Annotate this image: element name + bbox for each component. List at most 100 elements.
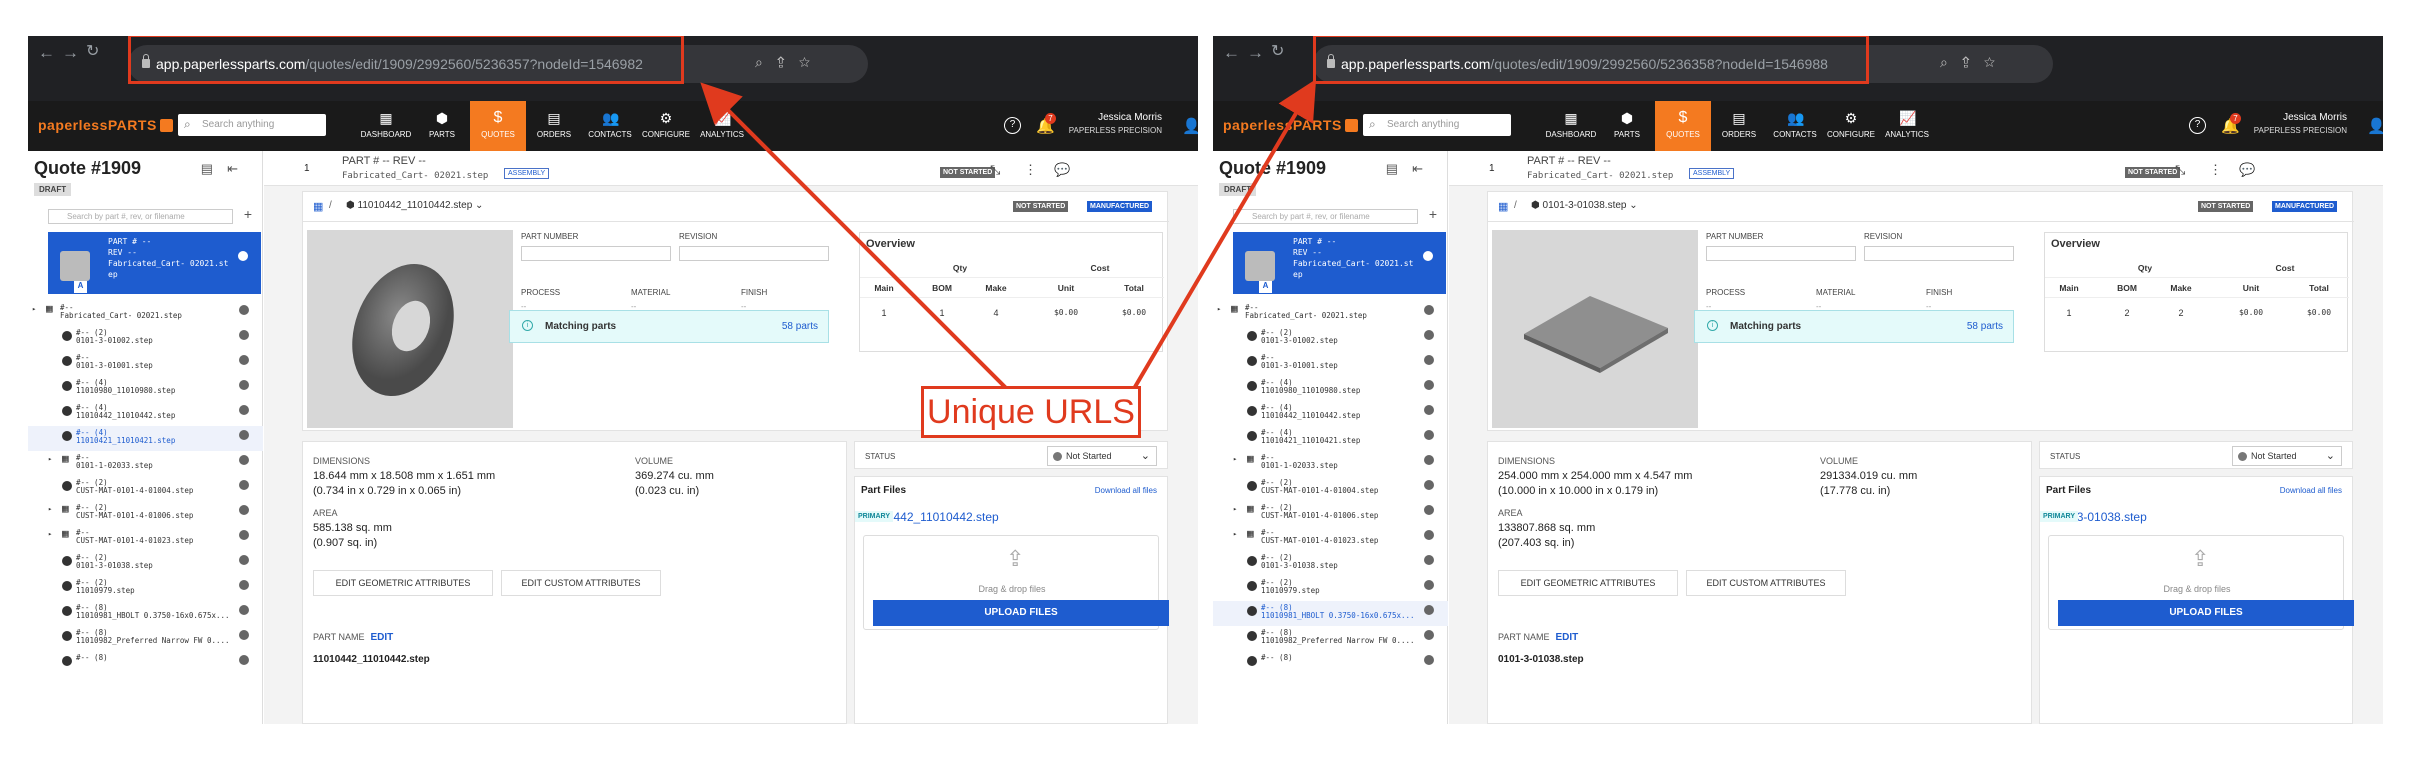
remove-item-icon[interactable]	[1424, 480, 1434, 490]
remove-part-icon[interactable]	[1423, 251, 1433, 261]
global-search-input[interactable]: Search anything	[178, 114, 326, 136]
add-part-icon[interactable]: +	[244, 206, 252, 222]
tree-item[interactable]: #-- (8)	[28, 651, 263, 676]
kebab-menu-icon[interactable]: ⋮	[2209, 162, 2222, 178]
back-arrow-icon[interactable]: ←	[38, 44, 55, 61]
tree-item[interactable]: ▸ ▦ #-- 0101-1-02033.step	[28, 451, 263, 476]
kebab-menu-icon[interactable]: ⋮	[1024, 162, 1037, 178]
expand-caret-icon[interactable]: ▸	[1217, 305, 1221, 313]
tree-item[interactable]: #-- (8) 11010982_Preferred Narrow FW 0...…	[1213, 626, 1448, 651]
matching-parts-banner[interactable]: i Matching parts 58 parts	[1694, 310, 2014, 343]
tree-item[interactable]: #-- (4) 11010980_11010980.step	[28, 376, 263, 401]
upload-files-button[interactable]: UPLOAD FILES	[873, 600, 1169, 626]
tree-item[interactable]: #-- (2) 0101-3-01002.step	[1213, 326, 1448, 351]
download-all-link[interactable]: Download all files	[2280, 486, 2342, 495]
reload-icon[interactable]: ↻	[86, 44, 99, 60]
back-arrow-icon[interactable]: ←	[1223, 44, 1240, 61]
remove-item-icon[interactable]	[1424, 330, 1434, 340]
remove-item-icon[interactable]	[239, 330, 249, 340]
tree-search-input[interactable]: Search by part #, rev, or filename	[1233, 209, 1418, 224]
tree-item[interactable]: #-- (4) 11010442_11010442.step	[1213, 401, 1448, 426]
tree-item[interactable]: #-- (2) 11010979.step	[28, 576, 263, 601]
user-avatar-icon[interactable]: 👤	[1182, 117, 1198, 135]
user-menu[interactable]: Jessica Morris PAPERLESS PRECISION	[2254, 111, 2347, 137]
tree-item[interactable]: #-- (2) 0101-3-01002.step	[28, 326, 263, 351]
remove-item-icon[interactable]	[239, 305, 249, 315]
notifications-bell-icon[interactable]: 🔔 7	[1036, 113, 1056, 135]
status-dropdown[interactable]: Not Started ⌄	[1047, 446, 1157, 466]
help-icon[interactable]: ?	[2189, 117, 2206, 134]
tree-item[interactable]: #-- (2) CUST-MAT-0101-4-01004.step	[1213, 476, 1448, 501]
app-logo[interactable]: paperlessPARTS	[38, 117, 173, 133]
remove-item-icon[interactable]	[239, 455, 249, 465]
edit-custom-attributes-button[interactable]: EDIT CUSTOM ATTRIBUTES	[1686, 570, 1846, 596]
nav-analytics[interactable]: 📈 ANALYTICS	[694, 101, 750, 151]
edit-geometric-attributes-button[interactable]: EDIT GEOMETRIC ATTRIBUTES	[1498, 570, 1678, 596]
notifications-bell-icon[interactable]: 🔔 7	[2221, 113, 2241, 135]
remove-item-icon[interactable]	[1424, 605, 1434, 615]
remove-item-icon[interactable]	[239, 605, 249, 615]
part-number-field[interactable]	[521, 246, 671, 261]
edit-part-name-link[interactable]: EDIT	[1556, 632, 1579, 643]
address-bar-icons[interactable]: ⌕⇪☆	[1940, 54, 2009, 71]
remove-item-icon[interactable]	[1424, 455, 1434, 465]
remove-item-icon[interactable]	[1424, 530, 1434, 540]
upload-files-button[interactable]: UPLOAD FILES	[2058, 600, 2354, 626]
tree-item[interactable]: ▸ ▦ #-- CUST-MAT-0101-4-01023.step	[28, 526, 263, 551]
tree-item[interactable]: ▸ ▦ #-- Fabricated_Cart- 02021.step	[28, 301, 263, 326]
tree-item[interactable]: ▸ ▦ #-- CUST-MAT-0101-4-01023.step	[1213, 526, 1448, 551]
expand-caret-icon[interactable]: ▸	[1233, 530, 1237, 538]
tree-search-input[interactable]: Search by part #, rev, or filename	[48, 209, 233, 224]
collapse-arrows-icon[interactable]: ⤡	[990, 162, 1000, 178]
tree-item[interactable]: #-- (8) 11010982_Preferred Narrow FW 0...…	[28, 626, 263, 651]
tree-item[interactable]: #-- (4) 11010442_11010442.step	[28, 401, 263, 426]
nav-analytics[interactable]: 📈 ANALYTICS	[1879, 101, 1935, 151]
remove-item-icon[interactable]	[239, 630, 249, 640]
nav-orders[interactable]: ▤ ORDERS	[526, 101, 582, 151]
remove-item-icon[interactable]	[239, 405, 249, 415]
remove-item-icon[interactable]	[1424, 405, 1434, 415]
remove-item-icon[interactable]	[1424, 580, 1434, 590]
forward-arrow-icon[interactable]: →	[1247, 44, 1264, 61]
help-icon[interactable]: ?	[1004, 117, 1021, 134]
address-bar-icons[interactable]: ⌕⇪☆	[755, 54, 824, 71]
remove-item-icon[interactable]	[239, 555, 249, 565]
tree-item[interactable]: #-- (2) CUST-MAT-0101-4-01004.step	[28, 476, 263, 501]
sidebar-actions[interactable]: ▤⇤	[1386, 161, 1437, 177]
matching-parts-banner[interactable]: i Matching parts 58 parts	[509, 310, 829, 343]
comment-icon[interactable]: 💬	[2239, 162, 2255, 178]
user-menu[interactable]: Jessica Morris PAPERLESS PRECISION	[1069, 111, 1162, 137]
nav-dashboard[interactable]: ▦ DASHBOARD	[358, 101, 414, 151]
tree-item[interactable]: #-- (2) 11010979.step	[1213, 576, 1448, 601]
expand-caret-icon[interactable]: ▸	[48, 505, 52, 513]
expand-caret-icon[interactable]: ▸	[32, 305, 36, 313]
tree-item[interactable]: ▸ ▦ #-- (2) CUST-MAT-0101-4-01006.step	[28, 501, 263, 526]
remove-item-icon[interactable]	[1424, 355, 1434, 365]
nav-quotes[interactable]: $ QUOTES	[470, 101, 526, 151]
remove-item-icon[interactable]	[1424, 655, 1434, 665]
tree-item[interactable]: ▸ ▦ #-- (2) CUST-MAT-0101-4-01006.step	[1213, 501, 1448, 526]
edit-custom-attributes-button[interactable]: EDIT CUSTOM ATTRIBUTES	[501, 570, 661, 596]
reload-icon[interactable]: ↻	[1271, 44, 1284, 60]
comment-icon[interactable]: 💬	[1054, 162, 1070, 178]
global-search-input[interactable]: Search anything	[1363, 114, 1511, 136]
expand-caret-icon[interactable]: ▸	[48, 455, 52, 463]
nav-dashboard[interactable]: ▦ DASHBOARD	[1543, 101, 1599, 151]
download-all-link[interactable]: Download all files	[1095, 486, 1157, 495]
remove-item-icon[interactable]	[1424, 555, 1434, 565]
nav-configure[interactable]: ⚙ CONFIGURE	[638, 101, 694, 151]
tree-item[interactable]: #-- (4) 11010980_11010980.step	[1213, 376, 1448, 401]
nav-quotes[interactable]: $ QUOTES	[1655, 101, 1711, 151]
remove-item-icon[interactable]	[239, 480, 249, 490]
add-part-icon[interactable]: +	[1429, 206, 1437, 222]
tree-item[interactable]: #-- 0101-3-01001.step	[28, 351, 263, 376]
collapse-arrows-icon[interactable]: ⤡	[2175, 162, 2185, 178]
remove-item-icon[interactable]	[239, 380, 249, 390]
tree-item[interactable]: #-- 0101-3-01001.step	[1213, 351, 1448, 376]
tree-item[interactable]: #-- (4) 11010421_11010421.step	[28, 426, 263, 451]
nav-parts[interactable]: ⬢ PARTS	[1599, 101, 1655, 151]
remove-item-icon[interactable]	[239, 430, 249, 440]
tree-item[interactable]: #-- (2) 0101-3-01038.step	[1213, 551, 1448, 576]
remove-item-icon[interactable]	[1424, 305, 1434, 315]
tree-item[interactable]: #-- (4) 11010421_11010421.step	[1213, 426, 1448, 451]
